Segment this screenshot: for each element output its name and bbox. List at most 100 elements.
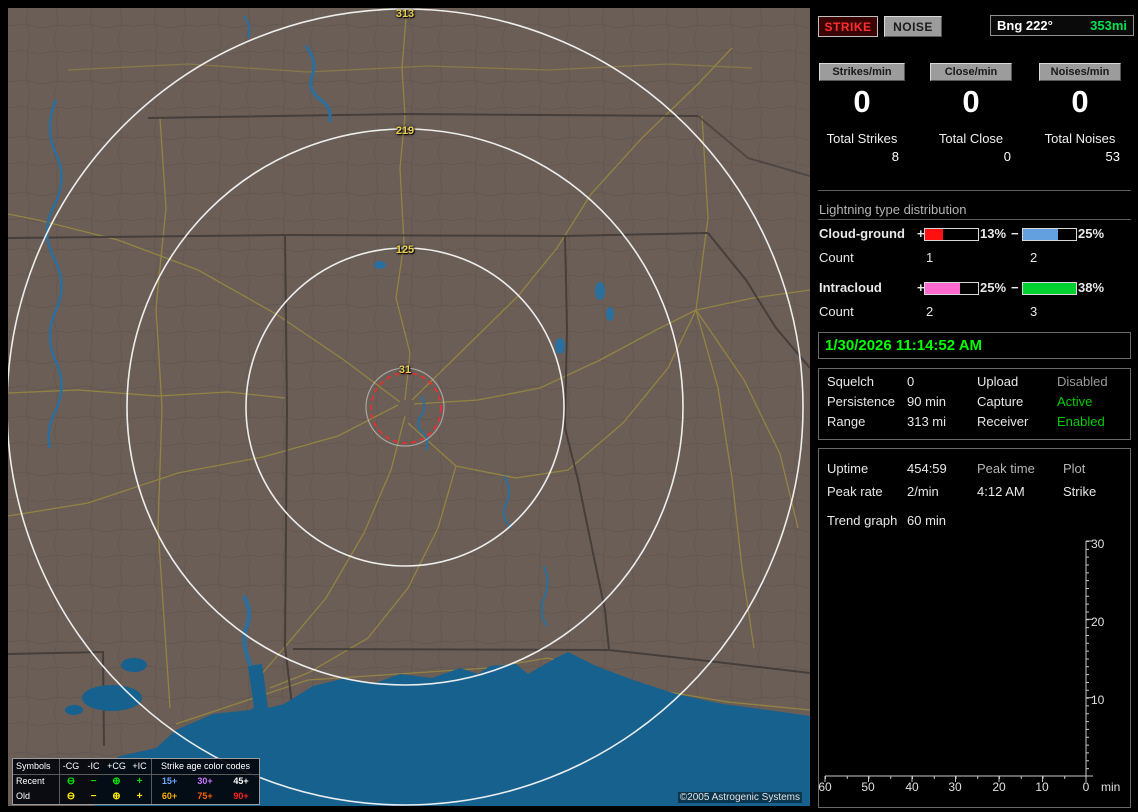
old-pos-cg-symbol: ⊕	[112, 791, 121, 802]
age-15: 15+	[151, 774, 187, 789]
age-45: 45+	[233, 776, 249, 786]
capture-value: Active	[1057, 394, 1093, 409]
lightning-map[interactable]: 313 219 125 31 Symbols -CG -IC +CG +IC S…	[8, 8, 810, 806]
age-75: 75+	[197, 791, 213, 801]
ic-plus-count: 2	[926, 304, 934, 319]
clock-box: 1/30/2026 11:14:52 AM	[818, 332, 1131, 359]
recent-pos-cg-symbol: ⊕	[112, 776, 121, 787]
trend-x-30: 30	[948, 780, 962, 794]
minus-sign: −	[1011, 280, 1019, 295]
cg-minus-pct: 25%	[1078, 226, 1105, 241]
persistence-value: 90 min	[907, 394, 947, 409]
close-per-min-header: Close/min	[930, 63, 1012, 81]
range-label: Range	[827, 414, 866, 429]
recent-pos-ic-symbol: +	[136, 776, 143, 787]
legend-age-title: Strike age color codes	[151, 759, 259, 775]
trend-x-0: 0	[1082, 780, 1090, 794]
strikes-per-min-header: Strikes/min	[819, 63, 905, 81]
cg-minus-bar	[1022, 228, 1077, 241]
old-neg-cg-symbol: ⊖	[59, 789, 82, 804]
status-panel: STRIKE NOISE Bng 222° 353mi Strikes/min …	[818, 0, 1138, 812]
plot-value: Strike	[1063, 484, 1097, 499]
trend-graph-label: Trend graph	[827, 513, 898, 528]
ic-plus-pct: 25%	[980, 280, 1007, 295]
ic-minus-bar	[1022, 282, 1077, 295]
trend-y-10: 10	[1091, 693, 1105, 707]
peak-rate-label: Peak rate	[827, 484, 883, 499]
noises-per-min-value: 0	[1071, 84, 1089, 119]
squelch-value: 0	[907, 374, 915, 389]
old-neg-ic-symbol: −	[90, 791, 97, 802]
total-close-value: 0	[1003, 149, 1011, 164]
stats-box: Uptime 454:59 Peak time Plot Peak rate 2…	[818, 448, 1131, 808]
receiver-status-box: Squelch 0 Upload Disabled Persistence 90…	[818, 368, 1131, 440]
age-30: 30+	[197, 776, 213, 786]
intracloud-label: Intracloud	[819, 280, 882, 295]
divider	[818, 219, 1131, 220]
cg-count-label: Count	[819, 250, 854, 265]
age-90: 90+	[233, 791, 249, 801]
trend-x-50: 50	[861, 780, 875, 794]
range-value: 313 mi	[907, 414, 947, 429]
old-pos-ic-symbol: +	[136, 791, 143, 802]
ic-count-label: Count	[819, 304, 854, 319]
upload-label: Upload	[977, 374, 1019, 389]
legend-col-neg-ic: -IC	[82, 759, 105, 775]
total-strikes-value: 8	[891, 149, 899, 164]
app-window: 313 219 125 31 Symbols -CG -IC +CG +IC S…	[0, 0, 1138, 812]
noise-mode-button[interactable]: NOISE	[884, 16, 942, 37]
trend-x-unit: min	[1101, 780, 1121, 794]
minus-sign: −	[1011, 226, 1019, 241]
cloud-ground-label: Cloud-ground	[819, 226, 905, 241]
uptime-label: Uptime	[827, 461, 869, 476]
total-close-label: Total Close	[938, 131, 1004, 146]
legend-col-pos-ic: +IC	[128, 759, 151, 775]
bearing-indicator: Bng 222° 353mi	[990, 15, 1134, 36]
cg-plus-pct: 13%	[980, 226, 1007, 241]
legend-row-recent: Recent	[16, 776, 45, 786]
ic-plus-bar	[924, 282, 979, 295]
cg-minus-count: 2	[1030, 250, 1038, 265]
distribution-title: Lightning type distribution	[819, 202, 967, 217]
close-per-min-value: 0	[962, 84, 980, 119]
peak-time-label: Peak time	[977, 461, 1035, 476]
legend-row-old: Old	[16, 791, 31, 801]
total-strikes-label: Total Strikes	[826, 131, 898, 146]
age-60: 60+	[151, 789, 187, 804]
bearing-distance: 353mi	[1090, 18, 1127, 33]
legend-col-neg-cg: -CG	[59, 759, 82, 775]
trend-x-10: 10	[1035, 780, 1049, 794]
peak-time-value: 4:12 AM	[977, 484, 1025, 499]
recent-neg-ic-symbol: −	[90, 776, 97, 787]
total-noises-label: Total Noises	[1044, 131, 1116, 146]
ic-minus-pct: 38%	[1078, 280, 1105, 295]
copyright-text: ©2005 Astrogenic Systems	[677, 792, 802, 803]
noises-per-min-header: Noises/min	[1039, 63, 1121, 81]
trend-graph	[824, 540, 1093, 782]
map-legend: Symbols -CG -IC +CG +IC Strike age color…	[12, 758, 260, 805]
cg-plus-count: 1	[926, 250, 934, 265]
trend-x-20: 20	[992, 780, 1006, 794]
capture-label: Capture	[977, 394, 1024, 409]
trend-y-30: 30	[1091, 537, 1105, 551]
trend-graph-period: 60 min	[907, 513, 947, 528]
ring-label-125: 125	[395, 244, 415, 256]
clock-display: 1/30/2026 11:14:52 AM	[825, 337, 983, 354]
recent-neg-cg-symbol: ⊖	[59, 774, 82, 789]
ic-minus-count: 3	[1030, 304, 1038, 319]
trend-x-60: 60	[818, 780, 832, 794]
cg-plus-bar	[924, 228, 979, 241]
receiver-label: Receiver	[977, 414, 1029, 429]
legend-col-pos-cg: +CG	[105, 759, 128, 775]
uptime-value: 454:59	[907, 461, 947, 476]
peak-rate-value: 2/min	[907, 484, 939, 499]
bearing-label: Bng 222°	[997, 18, 1053, 33]
ring-label-219: 219	[395, 125, 415, 137]
strike-mode-button[interactable]: STRIKE	[818, 16, 878, 37]
upload-value: Disabled	[1057, 374, 1108, 389]
persistence-label: Persistence	[827, 394, 895, 409]
legend-symbols-title: Symbols	[13, 759, 59, 775]
ring-label-31: 31	[398, 364, 412, 376]
trend-y-20: 20	[1091, 615, 1105, 629]
squelch-label: Squelch	[827, 374, 874, 389]
